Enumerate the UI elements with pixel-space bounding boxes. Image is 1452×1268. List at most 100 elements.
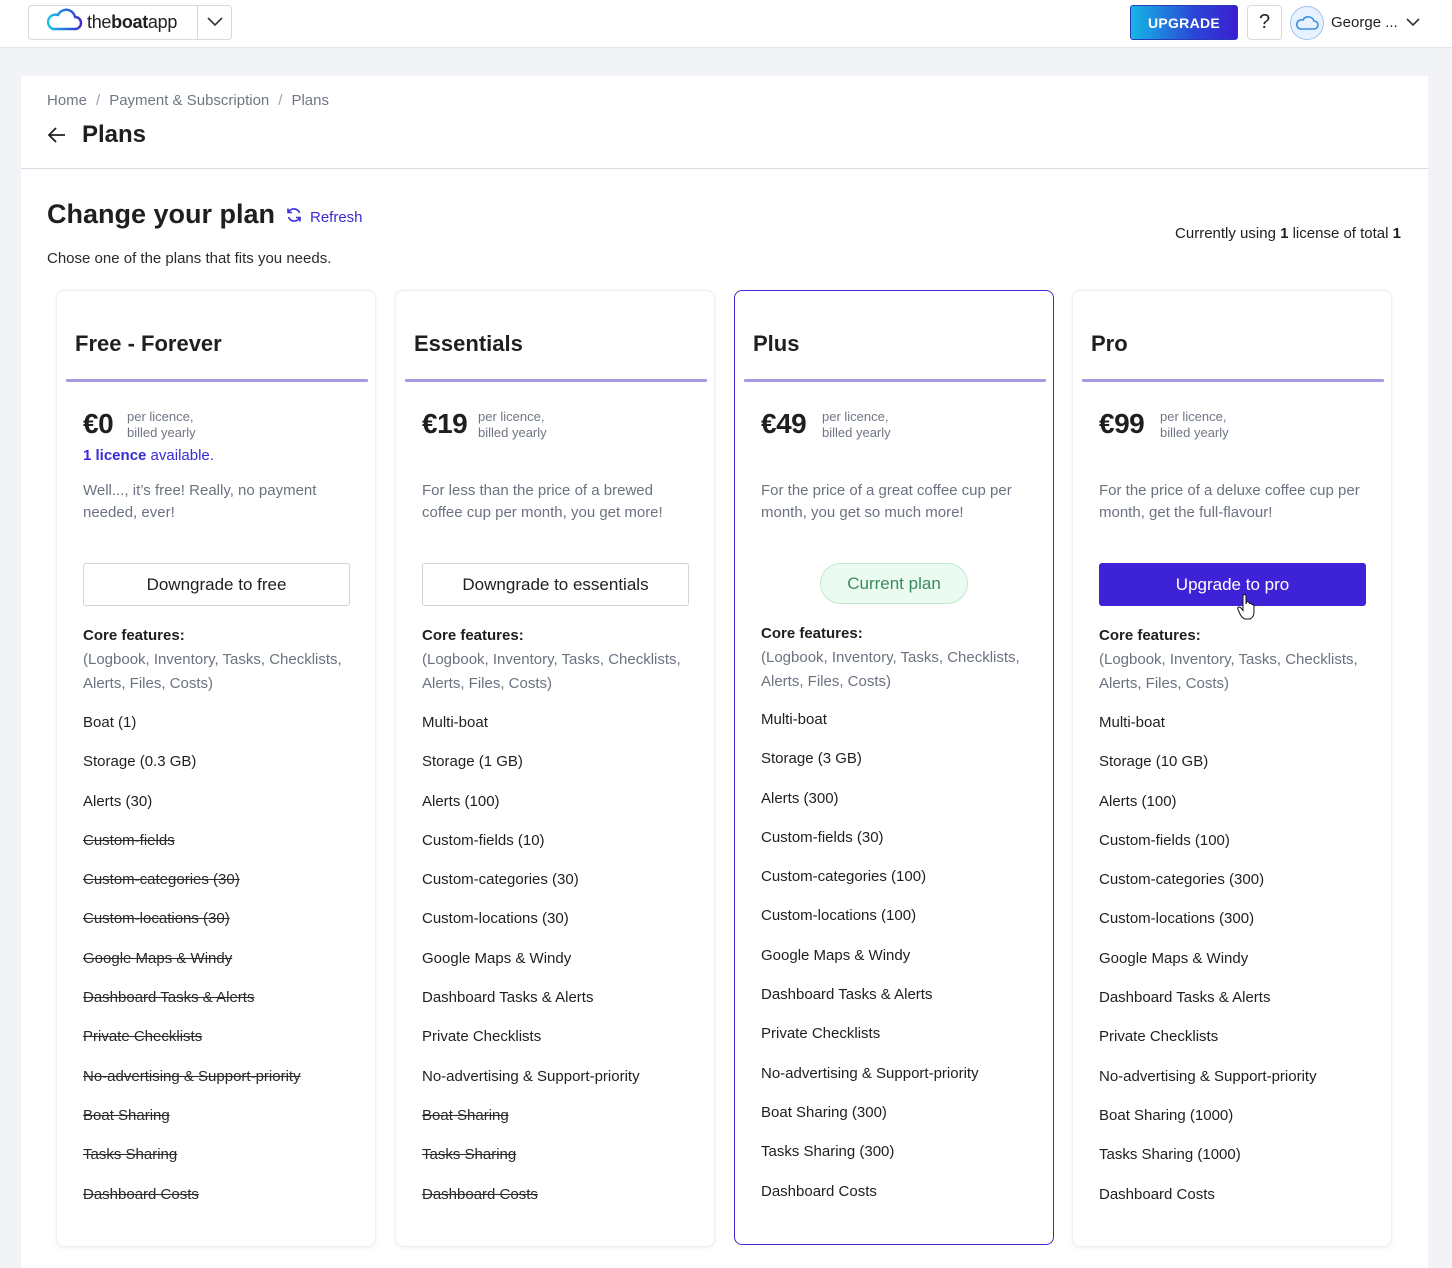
breadcrumb-payment-link[interactable]: Payment & Subscription xyxy=(109,92,269,109)
plan-name: Pro xyxy=(1091,331,1128,356)
feature-item: Storage (10 GB) xyxy=(1099,753,1209,771)
question-mark-icon: ? xyxy=(1258,11,1271,33)
section-title: Change your plan xyxy=(47,199,276,229)
plan-card-pro: Pro €99 per licence, billed yearly For th… xyxy=(1072,290,1392,1247)
plan-price-note: per licence, billed yearly xyxy=(822,409,891,440)
app-logo[interactable]: theboatapp xyxy=(29,6,197,39)
plan-divider xyxy=(744,379,1046,382)
feature-item: Alerts (300) xyxy=(761,789,839,807)
upgrade-to-pro-button[interactable]: Upgrade to pro xyxy=(1099,563,1366,606)
core-features-list: (Logbook, Inventory, Tasks, Checklists, … xyxy=(83,651,342,692)
feature-item: Tasks Sharing xyxy=(422,1146,517,1164)
feature-item: Custom-fields xyxy=(83,831,175,849)
plan-description: Well..., it’s free! Really, no payment n… xyxy=(83,482,317,521)
feature-item: Custom-locations (30) xyxy=(422,910,569,928)
feature-item: Custom-categories (30) xyxy=(422,871,579,889)
plans-section: Change your plan Refresh Currently using… xyxy=(21,169,1428,1268)
user-menu[interactable]: George ... xyxy=(1290,5,1420,40)
refresh-label: Refresh xyxy=(310,208,363,226)
breadcrumb-home-link[interactable]: Home xyxy=(47,92,87,109)
plan-card-essentials: Essentials €19 per licence, billed yearly… xyxy=(395,290,715,1247)
license-usage: Currently using 1 license of total 1 xyxy=(1175,225,1401,242)
plan-price: €99 xyxy=(1099,408,1145,439)
feature-item: Dashboard Tasks & Alerts xyxy=(1099,989,1271,1007)
feature-item: Dashboard Costs xyxy=(422,1185,538,1203)
core-features-title: Core features: xyxy=(83,627,185,644)
feature-item: Custom-locations (100) xyxy=(761,907,917,925)
refresh-icon xyxy=(286,207,310,227)
user-name[interactable]: George ... xyxy=(1331,14,1398,31)
feature-list: Multi-boat Storage (3 GB) Alerts (300) Cust… xyxy=(761,711,979,1222)
refresh-button[interactable]: Refresh xyxy=(286,207,363,227)
upgrade-button[interactable]: UPGRADE xyxy=(1130,5,1238,40)
feature-list: Multi-boat Storage (1 GB) Alerts (100) Cust… xyxy=(422,714,640,1225)
feature-item: Storage (1 GB) xyxy=(422,753,523,771)
feature-item: Multi-boat xyxy=(1099,714,1165,731)
breadcrumb-separator: / xyxy=(96,92,101,109)
plan-divider xyxy=(66,379,368,382)
hand-cursor-icon xyxy=(1237,593,1255,625)
page-header: Home / Payment & Subscription / Plans Pl… xyxy=(21,76,1428,169)
feature-item: Alerts (30) xyxy=(83,792,153,810)
section-subtitle: Chose one of the plans that fits you nee… xyxy=(47,250,332,267)
plan-price-note: per licence, billed yearly xyxy=(478,409,547,440)
feature-item: Tasks Sharing xyxy=(83,1146,178,1164)
feature-item: Google Maps & Windy xyxy=(422,949,572,967)
current-plan-badge: Current plan xyxy=(820,563,968,604)
page-title: Plans xyxy=(82,121,147,148)
feature-item: Custom-fields (30) xyxy=(761,828,884,846)
feature-item: Google Maps & Windy xyxy=(83,949,233,967)
plan-description: For the price of a great coffee cup per … xyxy=(761,482,1012,521)
downgrade-to-free-button[interactable]: Downgrade to free xyxy=(83,563,350,606)
feature-item: Storage (0.3 GB) xyxy=(83,753,197,771)
feature-item: Dashboard Tasks & Alerts xyxy=(422,989,594,1007)
core-features-list: (Logbook, Inventory, Tasks, Checklists, … xyxy=(422,651,681,692)
downgrade-to-essentials-button[interactable]: Downgrade to essentials xyxy=(422,563,689,606)
core-features-title: Core features: xyxy=(422,627,524,644)
feature-item: Boat Sharing (300) xyxy=(761,1103,887,1121)
chevron-down-icon xyxy=(207,14,223,32)
logo-text: theboatapp xyxy=(87,12,178,32)
feature-item: Custom-fields (10) xyxy=(422,831,545,849)
feature-item: Custom-fields (100) xyxy=(1099,831,1230,849)
plan-divider xyxy=(1082,379,1384,382)
feature-item: Dashboard Costs xyxy=(83,1185,199,1203)
feature-item: No-advertising & Support-priority xyxy=(1099,1067,1317,1085)
chevron-down-icon[interactable] xyxy=(1406,18,1420,27)
app-switcher[interactable]: theboatapp xyxy=(28,5,232,40)
feature-item: Custom-locations (300) xyxy=(1099,910,1255,928)
feature-item: No-advertising & Support-priority xyxy=(761,1064,979,1082)
feature-list: Boat (1) Storage (0.3 GB) Alerts (30) Custo… xyxy=(83,714,301,1225)
feature-item: Multi-boat xyxy=(761,711,827,728)
feature-item: Custom-categories (100) xyxy=(761,868,927,886)
feature-item: Boat (1) xyxy=(83,714,137,731)
feature-item: Custom-locations (30) xyxy=(83,910,230,928)
feature-item: Private Checklists xyxy=(422,1028,542,1046)
feature-item: Custom-categories (30) xyxy=(83,871,240,889)
plan-description: For the price of a deluxe coffee cup per… xyxy=(1099,482,1360,521)
feature-item: Tasks Sharing (1000) xyxy=(1099,1146,1241,1164)
plan-price: €49 xyxy=(761,408,807,439)
feature-list: Multi-boat Storage (10 GB) Alerts (100) Cus… xyxy=(1099,714,1317,1225)
back-arrow-icon[interactable] xyxy=(47,125,67,145)
plan-price-note: per licence, billed yearly xyxy=(1160,409,1229,440)
feature-item: Dashboard Costs xyxy=(1099,1185,1215,1203)
help-button[interactable]: ? xyxy=(1247,5,1282,40)
core-features-list: (Logbook, Inventory, Tasks, Checklists, … xyxy=(1099,651,1358,692)
feature-item: Multi-boat xyxy=(422,714,488,731)
feature-item: Dashboard Costs xyxy=(761,1182,877,1200)
feature-item: Alerts (100) xyxy=(1099,792,1177,810)
app-switcher-chevron-button[interactable] xyxy=(197,6,231,39)
plan-name: Plus xyxy=(753,331,800,356)
avatar[interactable] xyxy=(1290,5,1324,40)
plan-name: Essentials xyxy=(414,331,523,356)
feature-item: Dashboard Tasks & Alerts xyxy=(761,986,933,1004)
feature-item: Private Checklists xyxy=(1099,1028,1219,1046)
core-features-list: (Logbook, Inventory, Tasks, Checklists, … xyxy=(761,649,1020,690)
feature-item: Boat Sharing xyxy=(422,1106,509,1124)
feature-item: Private Checklists xyxy=(761,1025,881,1043)
breadcrumb-current: Plans xyxy=(291,92,329,109)
plan-price-note: per licence, billed yearly xyxy=(127,409,196,440)
top-bar: theboatapp UPGRADE ? George ... xyxy=(0,0,1452,48)
licence-availability: 1 licence available. xyxy=(83,447,214,464)
